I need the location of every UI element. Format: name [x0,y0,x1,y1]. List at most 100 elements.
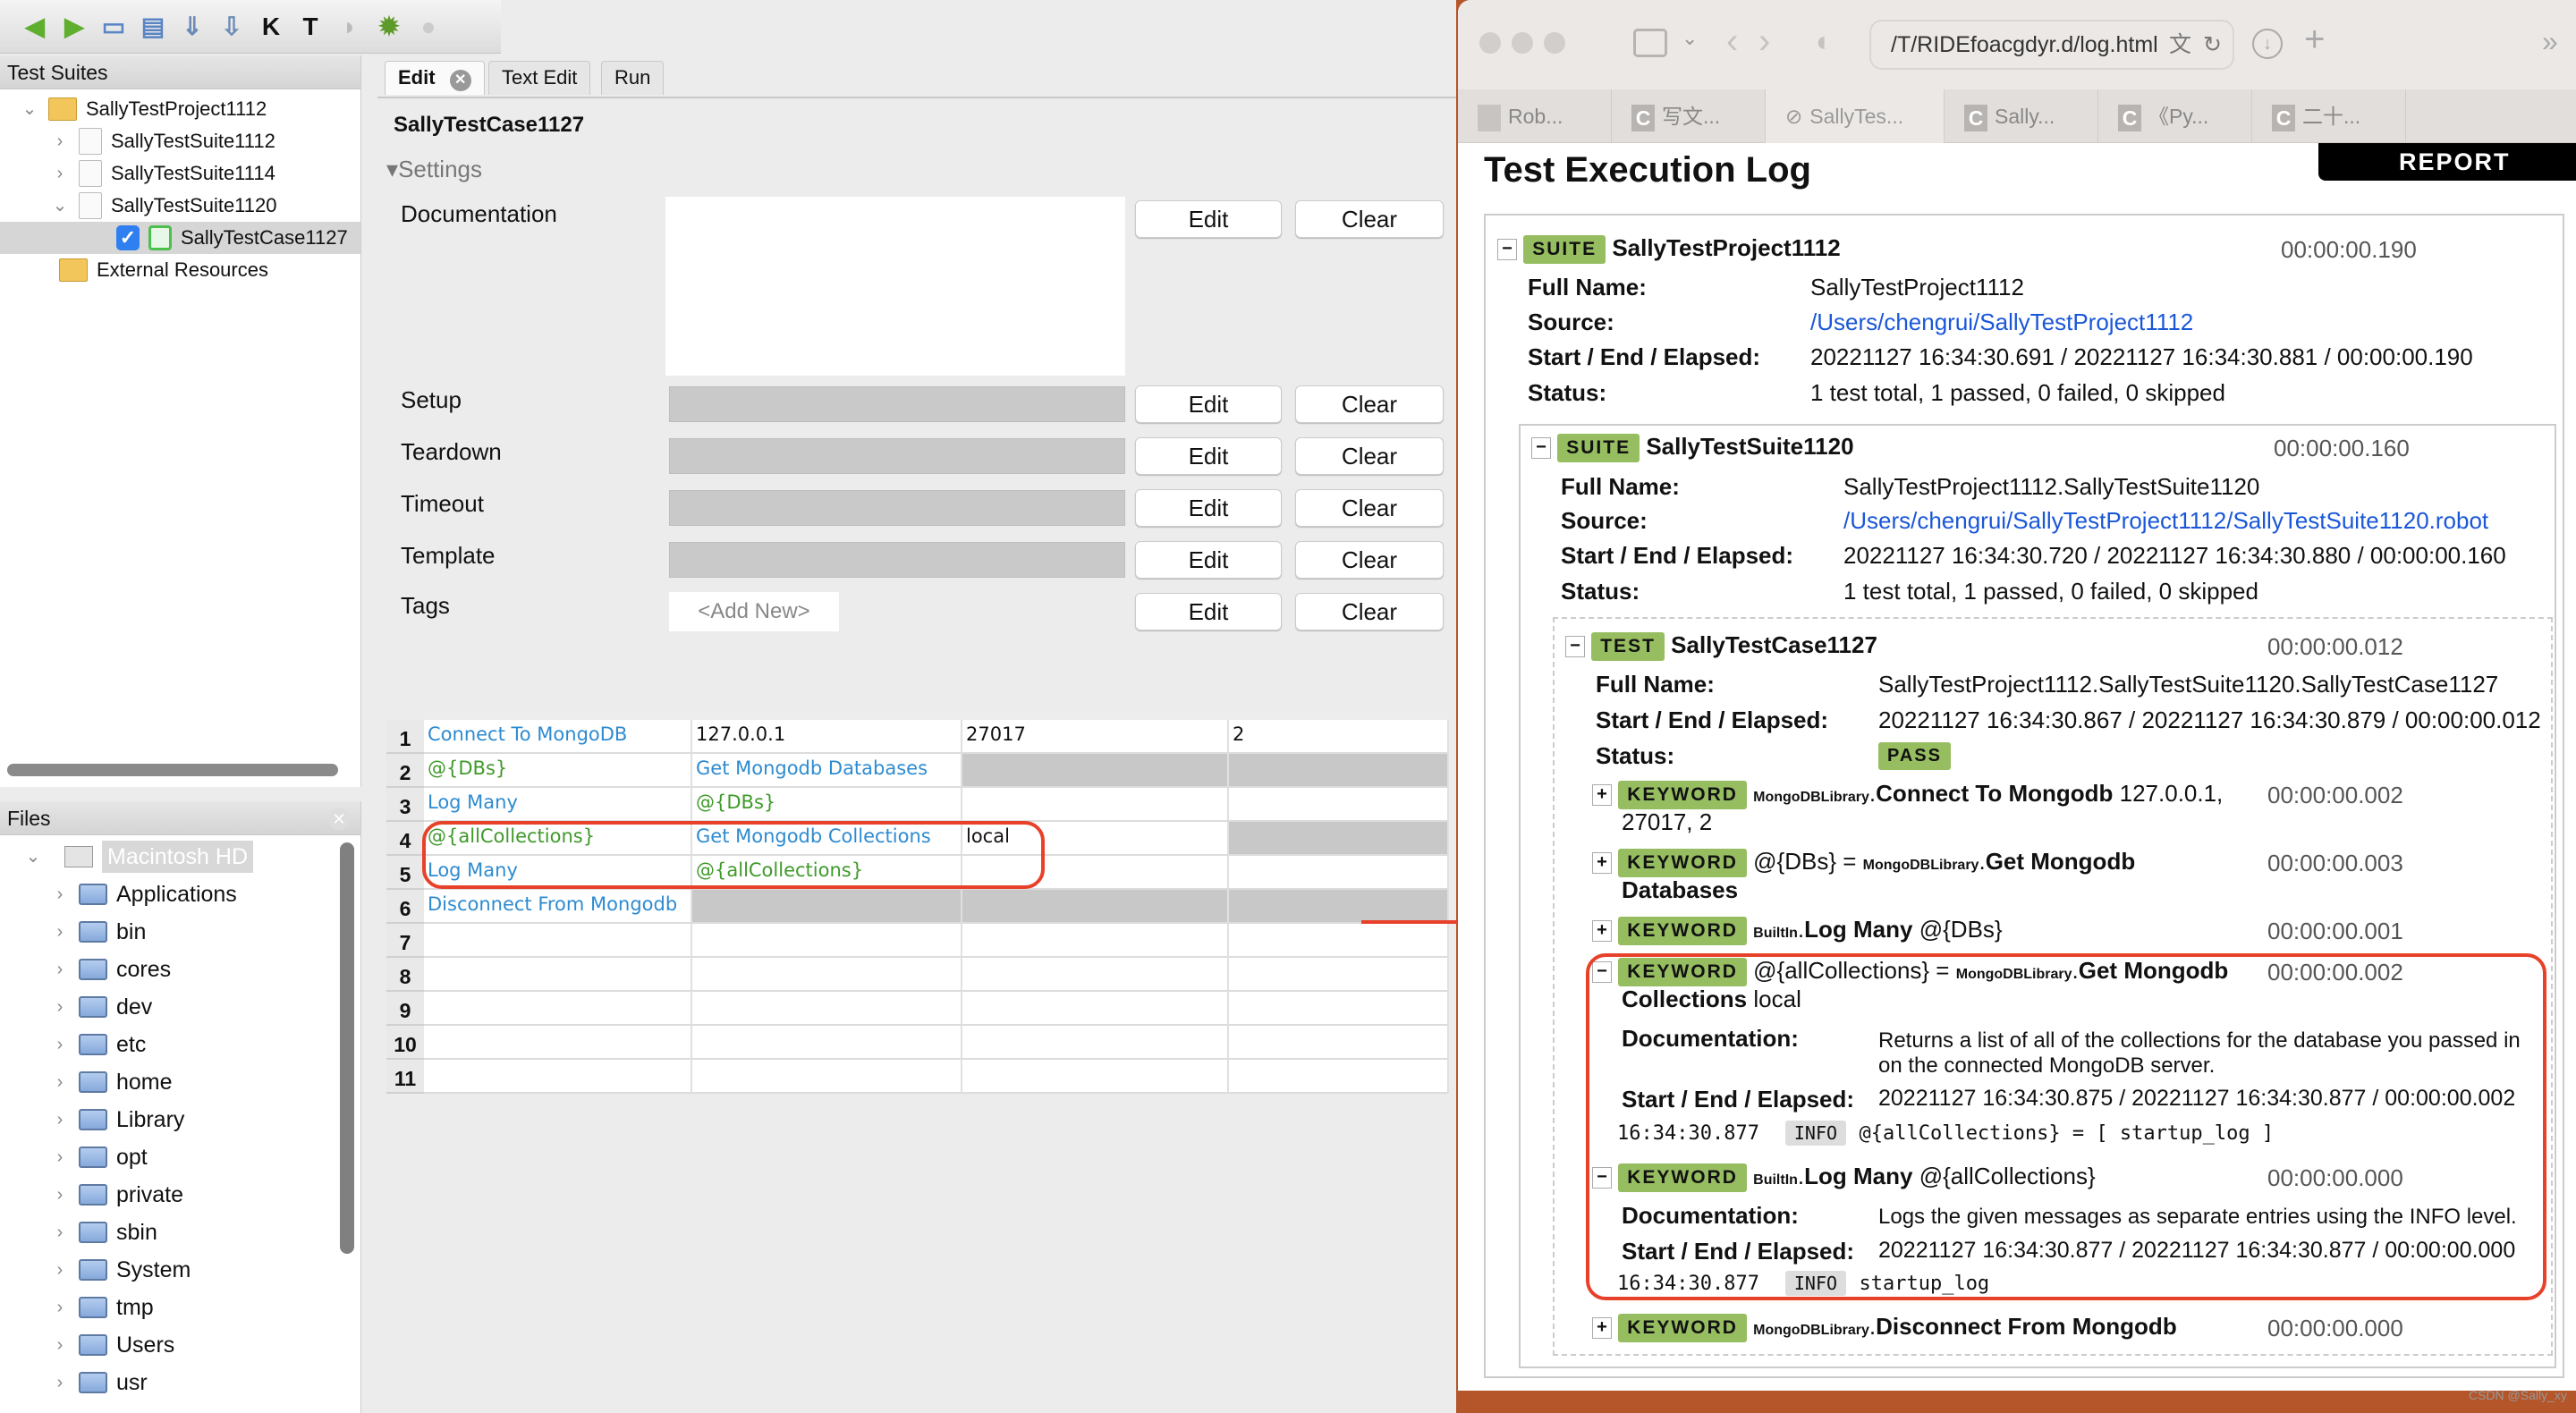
grid-cell[interactable] [1229,992,1449,1026]
forward-arrow-icon[interactable]: ▶ [59,12,89,42]
grid-cell[interactable] [1229,890,1449,924]
chevron-down-icon[interactable]: ⌄ [23,841,43,873]
debug-bug-icon[interactable]: ✹ [374,12,404,42]
expand-toggle[interactable]: + [1592,920,1612,943]
open-icon[interactable]: ▤ [138,12,168,42]
new-tab-icon[interactable]: + [2304,20,2325,60]
expand-toggle[interactable]: + [1592,852,1612,875]
timeout-field[interactable] [669,490,1125,526]
chevron-right-icon[interactable]: › [50,1104,70,1136]
tree-item-external-resources[interactable]: External Resources [59,254,268,286]
reload-icon[interactable]: ↻ [2203,21,2222,68]
clear-button[interactable]: Clear [1295,489,1444,527]
file-tree-item[interactable]: › Users [50,1329,175,1361]
suite-header[interactable]: − SUITE SallyTestProject1112 [1497,234,1841,265]
grid-cell[interactable] [962,1026,1229,1060]
close-window-button[interactable] [1479,32,1501,54]
tree-item-suite[interactable]: ⌄ SallyTestSuite1120 [50,190,277,222]
file-tree-item[interactable]: › private [50,1179,183,1211]
shield-icon[interactable]: ◐ [1816,25,1833,58]
subsuite-header[interactable]: − SUITE SallyTestSuite1120 [1531,433,1854,463]
checkbox-checked-icon[interactable]: ✓ [116,225,140,250]
search-keywords-icon[interactable]: K [256,12,286,42]
close-icon[interactable]: ✕ [328,808,350,830]
chevron-right-icon[interactable]: › [50,1254,70,1286]
grid-cell[interactable] [424,1060,692,1094]
back-arrow-icon[interactable]: ◀ [20,12,50,42]
grid-cell[interactable] [424,992,692,1026]
sidebar-icon[interactable] [1633,29,1667,57]
chevron-right-icon[interactable]: › [50,1179,70,1211]
more-tabs-icon[interactable]: » [2542,25,2558,58]
downloads-icon[interactable]: ↓ [2252,29,2283,59]
file-tree-item[interactable]: › usr [50,1366,148,1399]
stop-icon[interactable]: ● [413,12,444,42]
open-directory-icon[interactable]: ⇓ [177,12,208,42]
grid-cell[interactable]: @{DBs} [424,754,692,788]
chevron-right-icon[interactable]: › [50,953,70,986]
chevron-right-icon[interactable]: › [50,157,70,190]
file-tree-item[interactable]: › Library [50,1104,185,1136]
tree-item-root[interactable]: ⌄ Macintosh HD [23,841,253,873]
grid-cell[interactable]: 27017 [962,720,1229,754]
clear-button[interactable]: Clear [1295,437,1444,475]
chevron-right-icon[interactable]: › [50,916,70,948]
chevron-right-icon[interactable]: › [50,1366,70,1399]
grid-cell[interactable]: 2 [1229,720,1449,754]
vertical-scrollbar[interactable] [340,842,354,1254]
file-tree-item[interactable]: › opt [50,1141,148,1173]
browser-tab[interactable]: C 二十... [2252,89,2406,143]
grid-cell[interactable] [692,1026,962,1060]
chevron-down-icon[interactable]: ⌄ [50,190,70,222]
grid-cell[interactable] [692,890,962,924]
tab-run[interactable]: Run [601,61,665,95]
grid-cell[interactable]: Connect To MongoDB [424,720,692,754]
grid-cell[interactable] [424,1026,692,1060]
template-field[interactable] [669,542,1125,578]
grid-cell[interactable] [962,958,1229,992]
keyword-row[interactable]: + KEYWORD @{DBs} = MongoDBLibrary.Get Mo… [1592,848,2135,878]
grid-cell[interactable] [1229,1026,1449,1060]
browser-tab[interactable]: C 写文... [1612,89,1766,143]
file-tree-item[interactable]: › tmp [50,1291,154,1324]
grid-cell[interactable]: Log Many [424,788,692,822]
file-tree-item[interactable]: › dev [50,991,153,1023]
grid-cell[interactable] [962,924,1229,958]
chevron-right-icon[interactable]: › [50,878,70,910]
expand-toggle[interactable]: + [1592,784,1612,807]
search-tests-icon[interactable]: T [295,12,326,42]
grid-cell[interactable] [1229,822,1449,856]
collapse-toggle[interactable]: − [1531,437,1551,460]
new-project-icon[interactable]: ▭ [98,12,129,42]
grid-cell[interactable] [692,924,962,958]
file-tree-item[interactable]: › bin [50,916,147,948]
browser-tab[interactable]: C Sally... [1945,89,2098,143]
chevron-right-icon[interactable]: › [50,125,70,157]
report-tab[interactable]: REPORT [2318,143,2576,181]
save-icon[interactable]: ⇩ [216,12,247,42]
documentation-field[interactable] [665,197,1125,376]
browser-tab[interactable]: C 《Py... [2098,89,2252,143]
file-tree-item[interactable]: › Applications [50,878,237,910]
forward-icon[interactable]: › [1758,21,1770,62]
grid-cell[interactable] [692,1060,962,1094]
grid-cell[interactable] [1229,1060,1449,1094]
tree-item-suite[interactable]: › SallyTestSuite1112 [50,125,275,157]
chevron-right-icon[interactable]: › [50,1141,70,1173]
file-tree-item[interactable]: › home [50,1066,173,1098]
edit-button[interactable]: Edit [1135,200,1282,238]
keyword-row[interactable]: + KEYWORD MongoDBLibrary.Connect To Mong… [1592,780,2223,810]
expand-toggle[interactable]: + [1592,1317,1612,1340]
grid-cell[interactable] [1229,856,1449,890]
chevron-right-icon[interactable]: › [50,991,70,1023]
browser-tab-active[interactable]: ⊘ SallyTes... [1766,89,1945,143]
zoom-window-button[interactable] [1544,32,1565,54]
edit-button[interactable]: Edit [1135,437,1282,475]
chevron-down-icon[interactable]: ⌄ [1682,27,1698,50]
tree-item-test-selected[interactable]: ✓ SallyTestCase1127 [0,222,360,254]
edit-button[interactable]: Edit [1135,385,1282,423]
keyword-row[interactable]: + KEYWORD BuiltIn.Log Many @{DBs} [1592,916,2003,946]
grid-cell[interactable]: 127.0.0.1 [692,720,962,754]
grid-cell[interactable] [962,1060,1229,1094]
minimize-window-button[interactable] [1512,32,1533,54]
